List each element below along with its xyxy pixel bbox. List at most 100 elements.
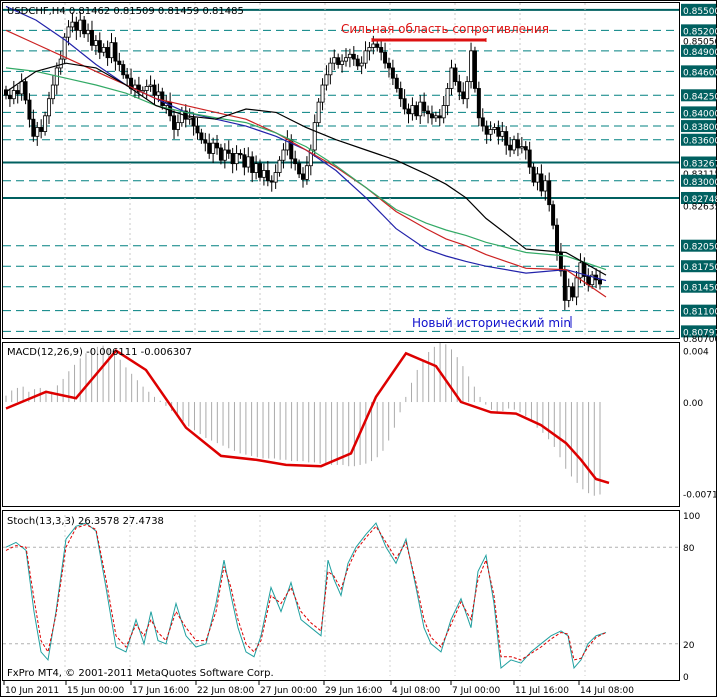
price-tag-label: 0.82050 (683, 243, 717, 253)
stochastic-tick-label: 0 (683, 673, 689, 683)
candle-body (234, 153, 239, 165)
candle-body (250, 156, 255, 173)
macd-tick-label: 0.004 (683, 348, 709, 358)
candle-body (433, 115, 438, 119)
candle-body (31, 118, 36, 137)
candle-body (336, 57, 341, 65)
candle-body (570, 286, 575, 298)
candle-body (469, 50, 474, 83)
candle-body (359, 62, 364, 67)
time-label: 4 Jul 08:00 (392, 686, 441, 696)
candle-body (195, 125, 200, 134)
time-label: 27 Jun 00:00 (260, 686, 317, 696)
time-label: 17 Jun 16:00 (132, 686, 189, 696)
price-tag-label: 0.81100 (683, 308, 717, 318)
candle-body (203, 139, 208, 144)
candle-body (160, 91, 165, 106)
candle-body (70, 21, 75, 28)
candle-body (297, 163, 302, 175)
candle-body (551, 204, 556, 226)
time-label: 10 Jun 2011 (5, 686, 59, 696)
candle-body (512, 139, 517, 151)
candle-body (23, 81, 28, 101)
candle-body (402, 98, 407, 110)
candle-body (148, 84, 153, 87)
candle-body (238, 153, 243, 156)
price-tick-label: 0.82635 (683, 203, 717, 213)
candle-body (449, 67, 454, 89)
stochastic-tick-label: 80 (683, 544, 695, 554)
candle-body (578, 262, 583, 279)
candle-body (390, 67, 395, 79)
candle-body (445, 88, 450, 106)
candle-body (472, 50, 477, 89)
candle-body (300, 173, 305, 180)
candle-body (246, 156, 251, 168)
price-tick-label: 0.80700 (683, 335, 717, 345)
candle-body (437, 115, 442, 119)
candle-body (35, 127, 40, 137)
candle-body (508, 144, 513, 151)
candle-body (199, 132, 204, 141)
candle-body (375, 43, 380, 48)
candle-body (46, 98, 51, 117)
candle-body (113, 42, 118, 62)
candle-body (363, 50, 368, 64)
candle-body (367, 47, 372, 52)
macd-panel[interactable]: 0.004 0.00 -0.00714 MACD(12,26,9) -0.00611… (2, 342, 717, 507)
candle-body (97, 40, 102, 53)
candle-body (78, 19, 83, 31)
candle-body (480, 117, 485, 127)
candle-body (105, 47, 110, 59)
candle-body (562, 270, 567, 301)
resistance-annotation: Сильная область сопротивления (341, 22, 549, 36)
candle-body (566, 286, 571, 301)
macd-tick-label: 0.00 (683, 399, 703, 409)
candle-body (476, 88, 481, 119)
price-tag-label: 0.83267 (683, 160, 717, 170)
price-tag-label: 0.85500 (683, 7, 717, 17)
candle-body (539, 173, 544, 192)
candle-body (496, 127, 501, 137)
candle-body (515, 139, 520, 149)
candle-body (269, 180, 274, 183)
candle-body (461, 91, 466, 100)
candle-body (332, 57, 337, 64)
candle-body (226, 149, 231, 154)
candle-body (328, 62, 333, 76)
candle-body (312, 122, 317, 151)
candle-body (43, 115, 48, 132)
candle-body (379, 47, 384, 53)
price-tag-label: 0.81750 (683, 263, 717, 273)
candle-body (15, 90, 20, 95)
price-tag-label: 0.83000 (683, 178, 717, 188)
candle-body (371, 43, 376, 48)
candle-body (531, 166, 536, 183)
macd-title: MACD(12,26,9) -0.006111 -0.006307 (7, 347, 192, 358)
candle-body (211, 142, 216, 154)
candle-body (152, 84, 157, 96)
price-tag-label: 0.83600 (683, 137, 717, 147)
price-panel[interactable]: 0.855000.852000.850500.849000.846000.842… (2, 2, 717, 346)
candle-body (66, 26, 71, 38)
candle-body (304, 165, 309, 180)
candle-body (144, 86, 149, 91)
candle-body (523, 146, 528, 151)
candle-body (535, 173, 540, 183)
candle-body (453, 67, 458, 83)
price-tag-label: 0.84600 (683, 68, 717, 78)
candle-body (172, 115, 177, 130)
candle-body (19, 81, 24, 95)
candle-body (426, 110, 431, 115)
candle-body (543, 180, 548, 192)
candle-body (488, 129, 493, 135)
candle-body (82, 19, 87, 35)
stochastic-panel[interactable]: 100 80 20 0 Stoch(13,3,3) 26.3578 27.4738 F… (2, 510, 701, 684)
candle-body (7, 94, 12, 100)
candle-body (547, 180, 552, 206)
candle-body (457, 81, 462, 93)
candle-body (218, 147, 223, 161)
symbol-info: USDCHF,H4 0.81462 0.81509 0.81459 0.8148… (7, 6, 244, 17)
candle-body (398, 88, 403, 100)
candle-body (191, 117, 196, 127)
